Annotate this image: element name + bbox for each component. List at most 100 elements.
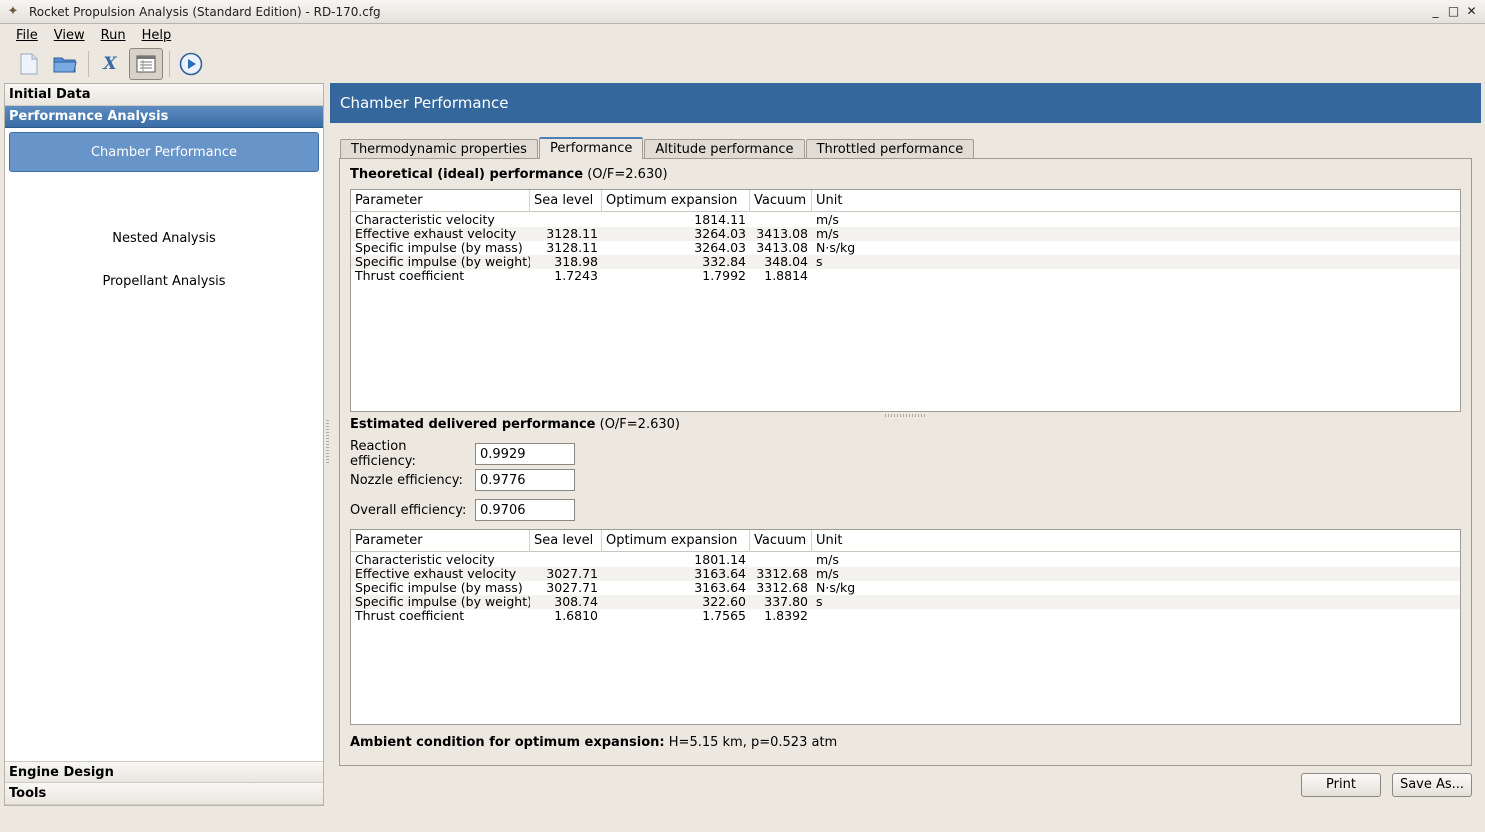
cell-parameter: Effective exhaust velocity	[355, 567, 517, 581]
col-parameter[interactable]: Parameter	[351, 530, 530, 552]
menu-help[interactable]: Help	[134, 28, 180, 43]
splitter-handle[interactable]	[326, 420, 329, 464]
table-row[interactable]: Specific impulse (by weight) 308.74 322.…	[351, 595, 1460, 609]
delivered-title-text: Estimated delivered performance	[350, 417, 596, 432]
cell-unit	[812, 609, 932, 623]
nav-nested-analysis[interactable]: Nested Analysis	[9, 219, 319, 259]
report-button[interactable]	[129, 48, 163, 80]
table-row[interactable]: Specific impulse (by mass) 3128.11 3264.…	[351, 241, 1460, 255]
delivered-ratio: (O/F=2.630)	[599, 417, 680, 432]
table-row[interactable]: Specific impulse (by weight) 318.98 332.…	[351, 255, 1460, 269]
reaction-efficiency-row: Reaction efficiency:	[350, 439, 575, 469]
overall-efficiency-row: Overall efficiency:	[350, 499, 575, 521]
table-row[interactable]: Thrust coefficient 1.6810 1.7565 1.8392	[351, 609, 1460, 623]
tab-thermodynamic-properties[interactable]: Thermodynamic properties	[340, 139, 538, 159]
menu-run[interactable]: Run	[93, 28, 134, 43]
table-row[interactable]: Effective exhaust velocity 3027.71 3163.…	[351, 567, 1460, 581]
title-bar: ✦ Rocket Propulsion Analysis (Standard E…	[0, 0, 1485, 24]
cell-optimum: 3264.03	[694, 227, 746, 241]
delivered-table[interactable]: Parameter Sea level Optimum expansion Va…	[350, 529, 1461, 725]
tab-throttled-performance[interactable]: Throttled performance	[805, 139, 975, 159]
cell-parameter: Characteristic velocity	[355, 553, 495, 567]
cell-parameter: Thrust coefficient	[355, 609, 465, 623]
cell-vacuum: 3413.08	[756, 227, 808, 241]
nozzle-efficiency-row: Nozzle efficiency:	[350, 469, 575, 491]
col-optimum-expansion[interactable]: Optimum expansion	[602, 530, 750, 552]
overall-efficiency-input[interactable]	[475, 499, 575, 521]
col-vacuum[interactable]: Vacuum	[750, 530, 812, 552]
table-row[interactable]: Thrust coefficient 1.7243 1.7992 1.8814	[351, 269, 1460, 283]
run-button[interactable]	[174, 48, 208, 80]
tab-bar: Thermodynamic properties Performance Alt…	[340, 137, 975, 159]
cell-optimum: 1.7992	[702, 269, 746, 283]
col-unit[interactable]: Unit	[812, 530, 932, 552]
cell-sea-level: 3027.71	[546, 581, 598, 595]
cell-optimum: 332.84	[702, 255, 746, 269]
cell-optimum: 322.60	[702, 595, 746, 609]
table-header: Parameter Sea level Optimum expansion Va…	[351, 530, 1460, 552]
col-sea-level[interactable]: Sea level	[530, 190, 602, 212]
report-icon	[136, 55, 156, 73]
ambient-condition-value: H=5.15 km, p=0.523 atm	[668, 735, 838, 750]
run-icon	[179, 52, 203, 76]
left-bottom-sections: Engine Design Tools	[5, 761, 323, 805]
menu-file[interactable]: File	[8, 28, 46, 43]
tab-altitude-performance[interactable]: Altitude performance	[644, 139, 805, 159]
table-row[interactable]: Effective exhaust velocity 3128.11 3264.…	[351, 227, 1460, 241]
close-icon[interactable]: ✕	[1464, 4, 1479, 19]
col-optimum-expansion[interactable]: Optimum expansion	[602, 190, 750, 212]
nav-chamber-performance[interactable]: Chamber Performance	[9, 132, 319, 172]
table-row[interactable]: Characteristic velocity 1814.11 m/s	[351, 213, 1460, 227]
cell-unit	[812, 269, 932, 283]
open-folder-button[interactable]	[48, 48, 82, 80]
cell-sea-level: 3128.11	[546, 241, 598, 255]
reaction-efficiency-input[interactable]	[475, 443, 575, 465]
cell-unit: s	[816, 255, 823, 269]
tab-performance[interactable]: Performance	[538, 137, 644, 159]
nozzle-efficiency-input[interactable]	[475, 469, 575, 491]
cell-unit: m/s	[816, 553, 839, 567]
performance-tab-panel: Theoretical (ideal) performance (O/F=2.6…	[339, 158, 1472, 766]
open-folder-icon	[53, 57, 77, 73]
cell-unit: N·s/kg	[816, 581, 856, 595]
cell-optimum: 3163.64	[694, 567, 746, 581]
section-performance-analysis[interactable]: Performance Analysis	[5, 106, 323, 128]
menu-help-label: Help	[141, 27, 172, 43]
cell-unit: m/s	[816, 227, 839, 241]
reaction-efficiency-label: Reaction efficiency:	[350, 439, 416, 469]
formula-button[interactable]: X	[93, 48, 127, 80]
cell-vacuum: 3312.68	[756, 567, 808, 581]
theoretical-ratio: (O/F=2.630)	[587, 167, 668, 182]
theoretical-table[interactable]: Parameter Sea level Optimum expansion Va…	[350, 189, 1461, 412]
table-row[interactable]: Specific impulse (by mass) 3027.71 3163.…	[351, 581, 1460, 595]
maximize-icon[interactable]: □	[1446, 4, 1461, 19]
table-row[interactable]: Characteristic velocity 1801.14 m/s	[351, 553, 1460, 567]
col-vacuum[interactable]: Vacuum	[750, 190, 812, 212]
section-initial-data[interactable]: Initial Data	[5, 84, 323, 106]
cell-sea-level: 1.7243	[554, 269, 598, 283]
cell-vacuum: 3312.68	[756, 581, 808, 595]
cell-optimum: 1.7565	[702, 609, 746, 623]
new-file-button[interactable]	[12, 48, 46, 80]
col-parameter[interactable]: Parameter	[351, 190, 530, 212]
cell-vacuum: 1.8392	[764, 609, 808, 623]
save-as-button[interactable]: Save As...	[1392, 773, 1472, 797]
formula-icon: X	[103, 54, 117, 74]
cell-vacuum: 348.04	[764, 255, 808, 269]
cell-unit: m/s	[816, 213, 839, 227]
minimize-icon[interactable]: _	[1428, 4, 1443, 19]
section-tools[interactable]: Tools	[5, 783, 323, 805]
cell-optimum: 3163.64	[694, 581, 746, 595]
col-unit[interactable]: Unit	[812, 190, 932, 212]
col-sea-level[interactable]: Sea level	[530, 530, 602, 552]
table-resize-handle[interactable]	[885, 414, 925, 417]
cell-vacuum	[750, 553, 812, 567]
cell-parameter: Specific impulse (by weight)	[355, 595, 530, 609]
print-button[interactable]: Print	[1301, 773, 1381, 797]
section-engine-design[interactable]: Engine Design	[5, 761, 323, 783]
delivered-title: Estimated delivered performance (O/F=2.6…	[350, 417, 680, 432]
nav-propellant-analysis[interactable]: Propellant Analysis	[9, 262, 319, 302]
ambient-condition-label: Ambient condition for optimum expansion:	[350, 735, 665, 750]
overall-efficiency-label: Overall efficiency:	[350, 502, 467, 518]
menu-view[interactable]: View	[46, 28, 93, 43]
